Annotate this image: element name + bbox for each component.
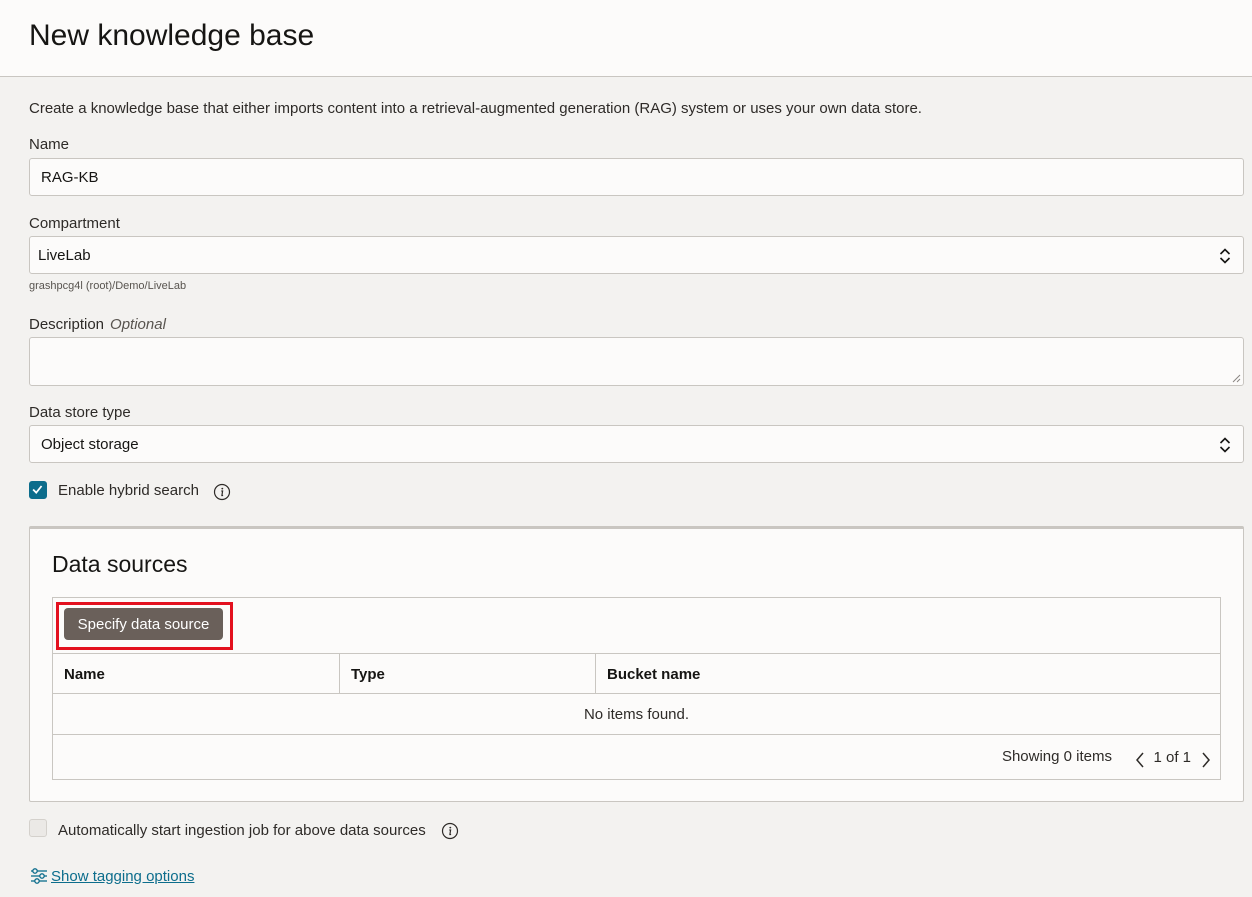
optional-tag: Optional xyxy=(110,316,166,333)
data-store-type-select[interactable]: Object storage xyxy=(29,425,1244,463)
page-title: New knowledge base xyxy=(29,19,315,52)
description-label-text: Description xyxy=(29,316,105,333)
empty-state-text: No items found. xyxy=(53,694,1220,735)
specify-data-source-button[interactable]: Specify data source xyxy=(64,608,223,640)
column-header-name[interactable]: Name xyxy=(53,654,339,694)
page-header: New knowledge base xyxy=(0,0,1252,77)
checkmark-icon xyxy=(32,485,43,494)
data-store-type-label: Data store type xyxy=(29,404,131,421)
compartment-label: Compartment xyxy=(29,215,120,232)
info-icon[interactable] xyxy=(441,822,459,840)
show-tagging-options-link[interactable]: Show tagging options xyxy=(29,866,194,886)
compartment-path: grashpcg4l (root)/Demo/LiveLab xyxy=(29,280,187,292)
chevron-up-down-icon xyxy=(1219,437,1231,453)
description-textarea[interactable] xyxy=(29,337,1244,386)
auto-ingest-checkbox[interactable] xyxy=(29,819,47,837)
name-input[interactable]: RAG-KB xyxy=(29,158,1244,196)
show-tagging-options-text: Show tagging options xyxy=(51,867,195,885)
hybrid-search-label: Enable hybrid search xyxy=(58,482,199,499)
showing-count: Showing 0 items xyxy=(1001,748,1112,765)
page-info: 1 of 1 xyxy=(1153,749,1191,766)
data-sources-title: Data sources xyxy=(52,551,188,577)
compartment-value: LiveLab xyxy=(38,246,91,264)
column-header-type[interactable]: Type xyxy=(339,654,595,694)
name-input-value: RAG-KB xyxy=(41,168,99,186)
chevron-left-icon[interactable] xyxy=(1134,751,1146,769)
table-footer: Showing 0 items 1 of 1 xyxy=(53,735,1220,779)
column-header-bucket-name[interactable]: Bucket name xyxy=(595,654,1220,694)
hybrid-search-checkbox[interactable] xyxy=(29,481,47,499)
table-header: Name Type Bucket name xyxy=(53,653,1220,694)
name-label: Name xyxy=(29,136,70,153)
chevron-up-down-icon xyxy=(1219,248,1231,264)
data-sources-panel: Data sources Specify data source Name Ty… xyxy=(29,526,1244,802)
chevron-right-icon[interactable] xyxy=(1200,751,1212,769)
sliders-icon xyxy=(31,868,47,884)
intro-text: Create a knowledge base that either impo… xyxy=(29,100,922,117)
data-store-type-value: Object storage xyxy=(41,435,139,453)
resize-handle-icon[interactable] xyxy=(1232,374,1241,383)
compartment-select[interactable]: LiveLab xyxy=(29,236,1244,274)
info-icon[interactable] xyxy=(213,483,231,501)
description-label: Description Optional xyxy=(29,316,166,333)
auto-ingest-label: Automatically start ingestion job for ab… xyxy=(58,822,426,839)
data-sources-table: Specify data source Name Type Bucket nam… xyxy=(52,597,1221,780)
